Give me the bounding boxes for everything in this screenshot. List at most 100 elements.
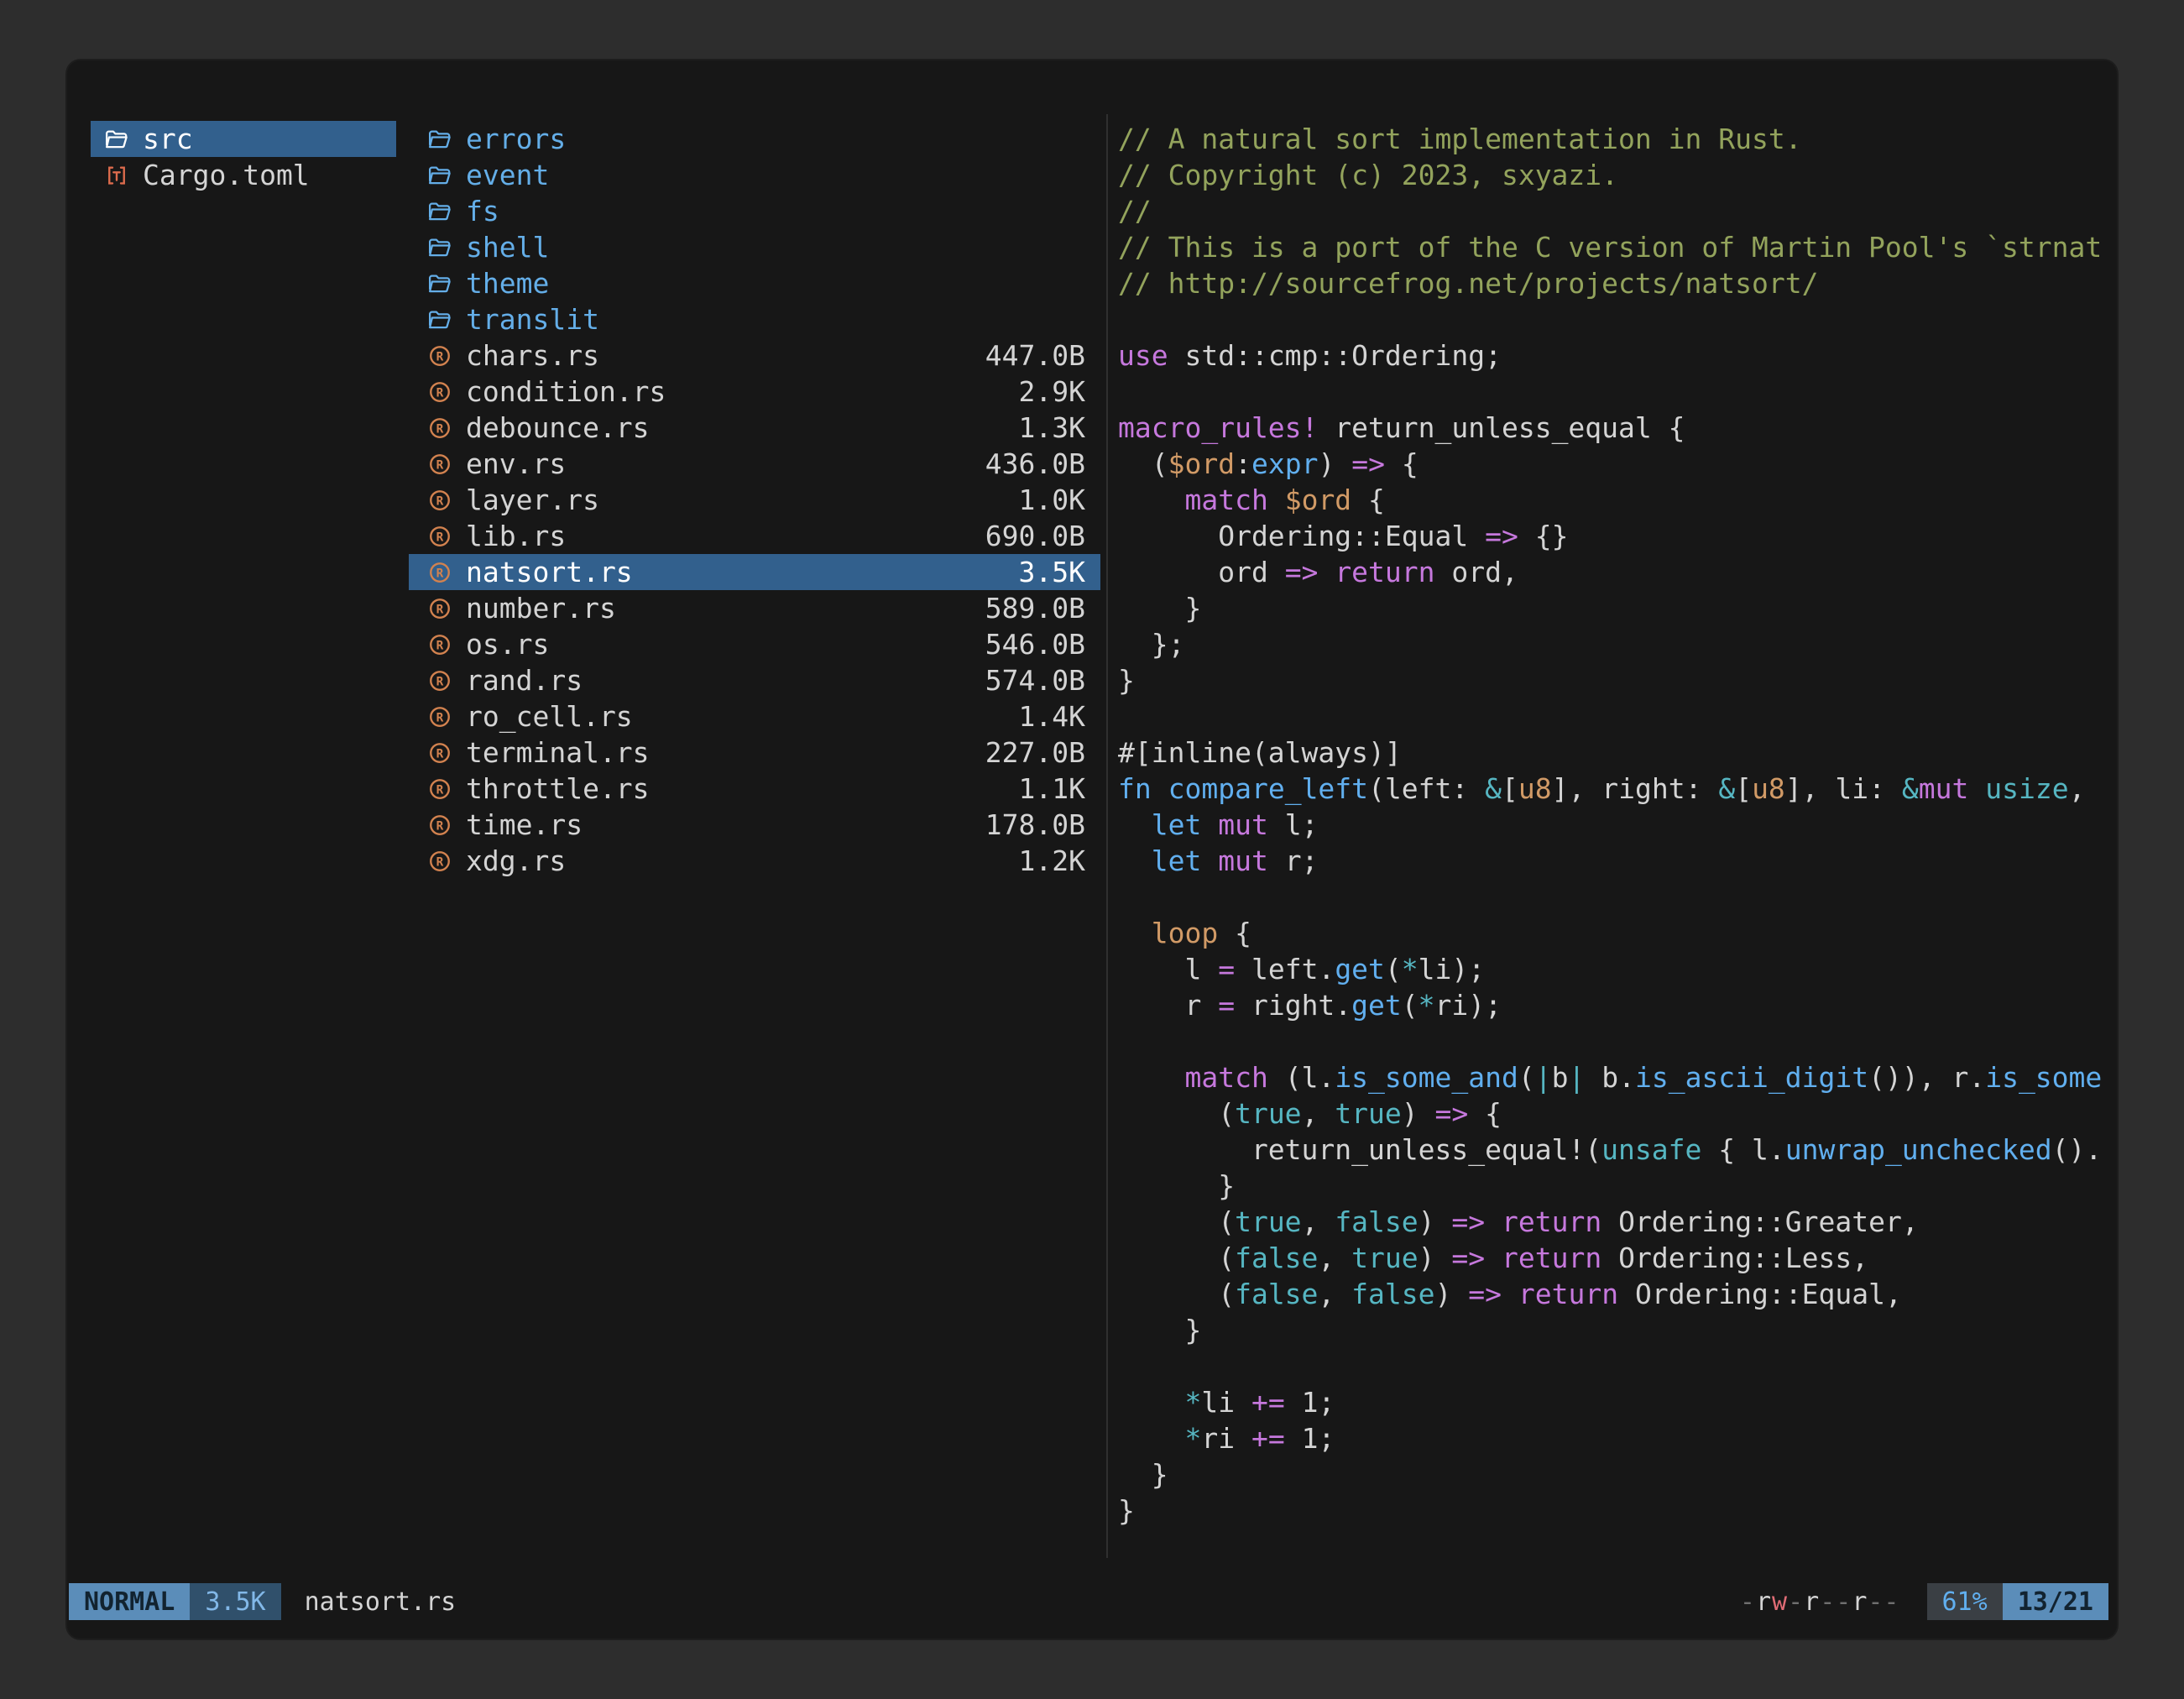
code-line: } — [1118, 590, 2107, 626]
code-token: (l. — [1268, 1061, 1335, 1094]
code-token: false — [1235, 1278, 1318, 1310]
code-token: ri); — [1435, 989, 1502, 1022]
folder-icon — [104, 127, 143, 152]
file-item-env-rs[interactable]: Renv.rs436.0B — [409, 446, 1100, 482]
code-token: let — [1152, 844, 1202, 877]
file-label: event — [466, 159, 549, 191]
code-token: true — [1335, 1097, 1401, 1130]
code-line: let mut l; — [1118, 807, 2107, 843]
svg-text:R: R — [436, 711, 444, 724]
mode-indicator: NORMAL — [69, 1583, 190, 1620]
code-token: match — [1184, 1061, 1267, 1094]
code-token: => — [1485, 520, 1518, 552]
code-token — [1318, 556, 1335, 588]
code-token: b — [1552, 1061, 1569, 1094]
file-item-translit[interactable]: translit — [409, 301, 1100, 337]
file-item-theme[interactable]: theme — [409, 265, 1100, 301]
file-item-natsort-rs[interactable]: Rnatsort.rs3.5K — [409, 554, 1100, 590]
code-token: macro_rules! — [1118, 411, 1318, 444]
code-line: (true, true) => { — [1118, 1095, 2107, 1132]
code-token: Ordering::Equal — [1118, 520, 1485, 552]
code-token — [1201, 808, 1218, 841]
rust-icon: R — [427, 668, 466, 693]
file-item-throttle-rs[interactable]: Rthrottle.rs1.1K — [409, 771, 1100, 807]
file-label: lib.rs — [466, 520, 566, 552]
file-item-rand-rs[interactable]: Rrand.rs 574.0B — [409, 662, 1100, 698]
file-item-layer-rs[interactable]: Rlayer.rs1.0K — [409, 482, 1100, 518]
file-item-number-rs[interactable]: Rnumber.rs589.0B — [409, 590, 1100, 626]
file-item-debounce-rs[interactable]: Rdebounce.rs1.3K — [409, 410, 1100, 446]
code-token: ri — [1201, 1422, 1251, 1455]
current-directory-pane: errorseventfsshellthemetranslitRchars.rs… — [409, 121, 1100, 879]
code-token: return — [1502, 1242, 1601, 1274]
code-token — [1118, 844, 1152, 877]
file-size: 574.0B — [985, 664, 1085, 697]
permission-char: w — [1772, 1587, 1788, 1617]
code-line: Ordering::Equal => {} — [1118, 518, 2107, 554]
file-item-terminal-rs[interactable]: Rterminal.rs227.0B — [409, 734, 1100, 771]
file-size: 178.0B — [985, 808, 1085, 841]
code-line: fn compare_left(left: &[u8], right: &[u8… — [1118, 771, 2107, 807]
code-line: (false, false) => return Ordering::Equal… — [1118, 1276, 2107, 1312]
file-size: 3.5K — [1019, 556, 1085, 588]
file-item-xdg-rs[interactable]: Rxdg.rs1.2K — [409, 843, 1100, 879]
svg-text:R: R — [436, 819, 444, 833]
code-token: ( — [1402, 989, 1419, 1022]
code-token: (). — [2052, 1133, 2103, 1166]
code-token: , — [1318, 1242, 1351, 1274]
code-token: += — [1251, 1386, 1285, 1419]
rust-icon: R — [427, 560, 466, 585]
code-token: Ordering::Less, — [1601, 1242, 1868, 1274]
svg-text:R: R — [436, 350, 444, 363]
permission-char: - — [1788, 1587, 1804, 1617]
code-token: ) — [1435, 1278, 1469, 1310]
code-token: return — [1335, 556, 1434, 588]
file-label: rand.rs — [466, 664, 583, 697]
file-item-condition-rs[interactable]: Rcondition.rs2.9K — [409, 374, 1100, 410]
file-item-errors[interactable]: errors — [409, 121, 1100, 157]
code-token: & — [1485, 772, 1502, 805]
file-item-os-rs[interactable]: Ros.rs546.0B — [409, 626, 1100, 662]
parent-item-cargo-toml[interactable]: Cargo.toml — [91, 157, 396, 193]
svg-text:R: R — [436, 747, 444, 761]
file-item-fs[interactable]: fs — [409, 193, 1100, 229]
code-token: expr — [1251, 447, 1318, 480]
code-line — [1118, 1023, 2107, 1059]
code-line: (true, false) => return Ordering::Greate… — [1118, 1204, 2107, 1240]
code-token: false — [1235, 1242, 1318, 1274]
code-token: Ordering::Greater, — [1601, 1205, 1919, 1238]
code-line: #[inline(always)] — [1118, 734, 2107, 771]
code-token: is_ascii_digit — [1635, 1061, 1868, 1094]
file-label: translit — [466, 303, 599, 336]
code-token: & — [1718, 772, 1735, 805]
code-token: match — [1184, 484, 1267, 516]
code-token: } — [1118, 664, 1135, 697]
file-item-ro-cell-rs[interactable]: Rro_cell.rs1.4K — [409, 698, 1100, 734]
code-token: , — [1302, 1205, 1335, 1238]
file-item-shell[interactable]: shell — [409, 229, 1100, 265]
file-label: number.rs — [466, 592, 616, 625]
code-token: | — [1535, 1061, 1552, 1094]
code-token: loop — [1152, 917, 1218, 949]
code-token: ( — [1518, 1061, 1535, 1094]
file-label: theme — [466, 267, 549, 300]
code-token: => — [1451, 1205, 1485, 1238]
file-label: shell — [466, 231, 549, 264]
parent-item-src[interactable]: src — [91, 121, 396, 157]
file-item-event[interactable]: event — [409, 157, 1100, 193]
status-filename: natsort.rs — [305, 1587, 457, 1617]
code-token: { l. — [1701, 1133, 1784, 1166]
file-label: layer.rs — [466, 484, 599, 516]
code-token: return — [1518, 1278, 1618, 1310]
code-token: return_unless_equal!( — [1118, 1133, 1601, 1166]
code-line: } — [1118, 662, 2107, 698]
file-item-time-rs[interactable]: Rtime.rs178.0B — [409, 807, 1100, 843]
file-item-chars-rs[interactable]: Rchars.rs447.0B — [409, 337, 1100, 374]
code-token: true — [1235, 1205, 1301, 1238]
code-token: b. — [1585, 1061, 1635, 1094]
file-item-lib-rs[interactable]: Rlib.rs690.0B — [409, 518, 1100, 554]
code-line: // http://sourcefrog.net/projects/natsor… — [1118, 265, 2107, 301]
code-token: // http://sourcefrog.net/projects/natsor… — [1118, 267, 1818, 300]
file-size: 589.0B — [985, 592, 1085, 625]
code-line: // A natural sort implementation in Rust… — [1118, 121, 2107, 157]
